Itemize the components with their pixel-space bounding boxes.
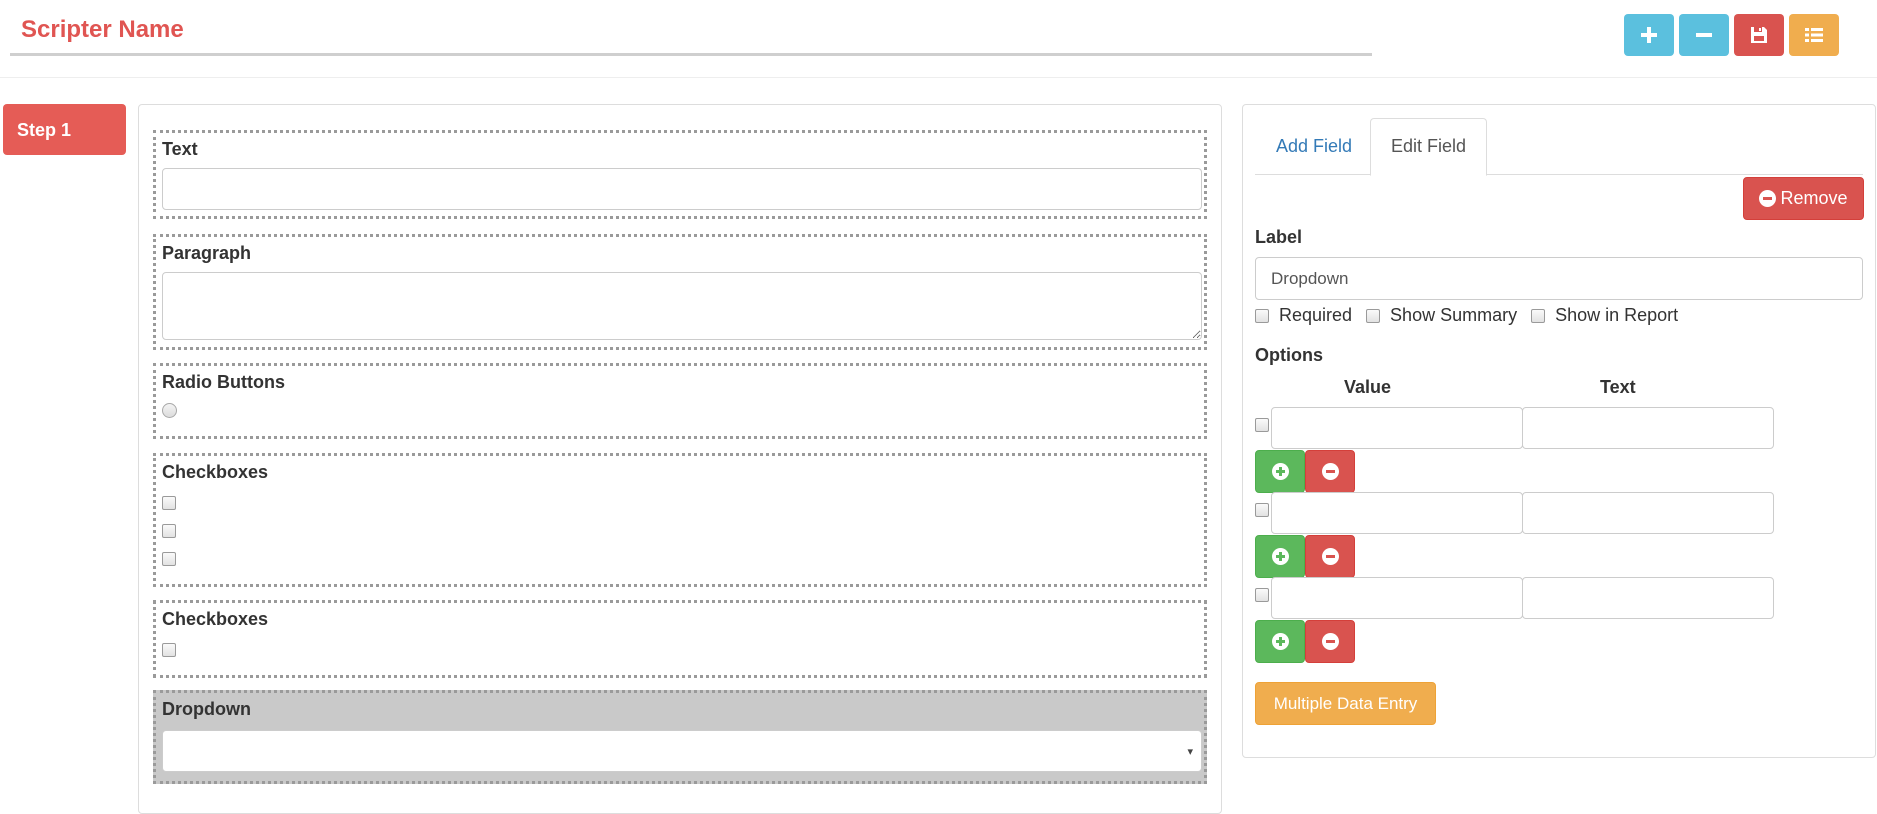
field-label: Paragraph xyxy=(162,243,252,263)
form-stage: Text Paragraph Radio Buttons Checkboxes … xyxy=(138,104,1222,814)
checkbox-option[interactable] xyxy=(162,496,176,510)
edit-field-panel: Add Field Edit Field Remove Label Requir… xyxy=(1242,104,1876,758)
option-value-input[interactable] xyxy=(1271,407,1523,449)
list-view-button[interactable] xyxy=(1789,14,1839,56)
remove-option-button[interactable] xyxy=(1305,620,1355,663)
caret-down-icon: ▾ xyxy=(1187,746,1193,758)
checkbox-option[interactable] xyxy=(162,643,176,657)
option-row xyxy=(1255,407,1775,493)
field-dropdown[interactable]: Dropdown ▾ xyxy=(153,690,1207,784)
minus-circle-icon xyxy=(1759,190,1777,207)
floppy-disk-icon xyxy=(1751,27,1767,43)
required-label: Required xyxy=(1279,305,1353,325)
step-label: Step 1 xyxy=(17,120,72,140)
add-step-button[interactable] xyxy=(1624,14,1674,56)
add-option-button[interactable] xyxy=(1255,620,1305,663)
field-flags: Required Show Summary Show in Report xyxy=(1255,305,1692,326)
plus-circle-icon xyxy=(1271,548,1289,565)
header xyxy=(0,0,1877,78)
remove-option-button[interactable] xyxy=(1305,535,1355,578)
label-input[interactable] xyxy=(1255,257,1863,300)
add-option-button[interactable] xyxy=(1255,450,1305,493)
show-summary-label: Show Summary xyxy=(1390,305,1518,325)
options-title: Options xyxy=(1255,345,1323,365)
option-default-checkbox[interactable] xyxy=(1255,418,1269,432)
text-field-preview[interactable] xyxy=(162,168,1202,210)
minus-circle-icon xyxy=(1321,548,1339,565)
remove-label: Remove xyxy=(1780,188,1848,208)
plus-icon xyxy=(1641,27,1657,43)
tab-edit-field[interactable]: Edit Field xyxy=(1370,118,1488,176)
option-value-input[interactable] xyxy=(1271,577,1523,619)
option-default-checkbox[interactable] xyxy=(1255,588,1269,602)
text-column-header: Text xyxy=(1600,377,1636,397)
save-button[interactable] xyxy=(1734,14,1784,56)
paragraph-field-preview[interactable] xyxy=(162,272,1202,340)
field-text[interactable]: Text xyxy=(153,130,1207,219)
field-radio-buttons[interactable]: Radio Buttons xyxy=(153,363,1207,439)
remove-field-button[interactable]: Remove xyxy=(1743,177,1864,220)
multiple-data-entry-button[interactable]: Multiple Data Entry xyxy=(1255,682,1436,725)
step-tab-1[interactable]: Step 1 xyxy=(3,104,126,155)
option-text-input[interactable] xyxy=(1522,492,1774,534)
field-label: Text xyxy=(162,139,198,159)
plus-circle-icon xyxy=(1271,463,1289,480)
list-icon xyxy=(1805,28,1823,42)
checkbox-option[interactable] xyxy=(162,552,176,566)
panel-tabs: Add Field Edit Field xyxy=(1255,118,1863,176)
checkbox-list xyxy=(162,496,1198,566)
plus-circle-icon xyxy=(1271,633,1289,650)
field-label: Checkboxes xyxy=(162,462,269,482)
minus-circle-icon xyxy=(1321,463,1339,480)
field-label: Dropdown xyxy=(162,699,251,719)
dropdown-field-preview[interactable]: ▾ xyxy=(162,730,1202,772)
minus-circle-icon xyxy=(1321,633,1339,650)
tab-add-field[interactable]: Add Field xyxy=(1255,118,1373,175)
option-value-input[interactable] xyxy=(1271,492,1523,534)
option-row xyxy=(1255,492,1775,578)
show-summary-checkbox[interactable] xyxy=(1366,308,1381,323)
add-option-button[interactable] xyxy=(1255,535,1305,578)
remove-step-button[interactable] xyxy=(1679,14,1729,56)
option-text-input[interactable] xyxy=(1522,577,1774,619)
scripter-name-input[interactable] xyxy=(10,6,1372,56)
show-in-report-checkbox[interactable] xyxy=(1531,308,1546,323)
option-text-input[interactable] xyxy=(1522,407,1774,449)
minus-icon xyxy=(1696,33,1712,37)
option-default-checkbox[interactable] xyxy=(1255,503,1269,517)
required-checkbox[interactable] xyxy=(1255,308,1269,323)
radio-option[interactable] xyxy=(162,403,177,418)
checkbox-option[interactable] xyxy=(162,524,176,538)
field-checkboxes[interactable]: Checkboxes xyxy=(153,453,1207,587)
remove-option-button[interactable] xyxy=(1305,450,1355,493)
show-in-report-label: Show in Report xyxy=(1555,305,1679,325)
value-column-header: Value xyxy=(1344,377,1392,397)
field-label: Checkboxes xyxy=(162,609,269,629)
label-title: Label xyxy=(1255,227,1303,247)
field-label: Radio Buttons xyxy=(162,372,285,392)
toolbar xyxy=(1624,14,1839,56)
checkbox-list xyxy=(162,643,1198,657)
field-paragraph[interactable]: Paragraph xyxy=(153,234,1207,350)
field-checkboxes-2[interactable]: Checkboxes xyxy=(153,600,1207,678)
option-row xyxy=(1255,577,1775,663)
